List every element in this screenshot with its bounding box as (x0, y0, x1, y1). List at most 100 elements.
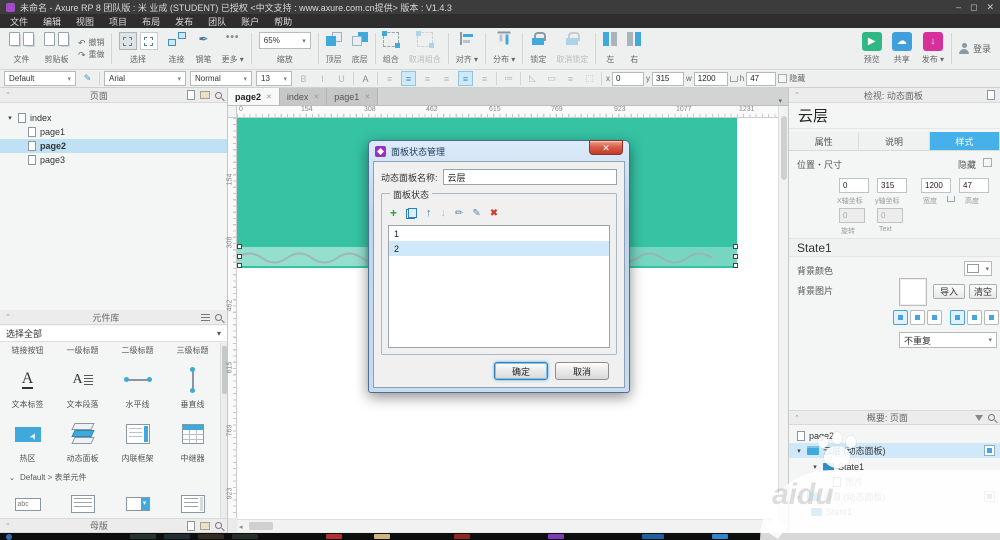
ungroup-button[interactable]: 取消组合 (404, 30, 446, 67)
font-family-select[interactable]: Arial (104, 71, 186, 86)
menu-view[interactable]: 视图 (76, 15, 94, 28)
zoom-select[interactable]: 65% (258, 32, 311, 49)
align-button[interactable]: 对齐 ▾ (451, 30, 483, 67)
windows-taskbar[interactable] (0, 533, 1000, 540)
bold-button[interactable]: B (296, 71, 311, 86)
text-rotate-input[interactable]: 0 (877, 208, 903, 223)
close-icon[interactable]: ✕ (986, 2, 994, 13)
maximize-icon[interactable]: ◻ (970, 2, 977, 13)
underline-button[interactable]: U (334, 71, 349, 86)
search-widgets-icon[interactable] (215, 313, 222, 321)
line-style-button[interactable]: ⬚ (582, 71, 597, 86)
canvas-horizontal-scrollbar[interactable]: ◂ (237, 519, 778, 532)
outline-item-page2[interactable]: page2 (789, 428, 1000, 443)
selection-handle[interactable] (237, 263, 242, 268)
align-image-center-toggle[interactable] (910, 310, 925, 325)
share-button[interactable]: ☁ 共享 (887, 30, 917, 67)
align-text-right-button[interactable]: ≡ (420, 71, 435, 86)
expand-icon[interactable]: ▾ (795, 447, 803, 455)
outline-item-image[interactable]: 图片 (789, 474, 1000, 489)
taskbar-item[interactable] (198, 534, 224, 539)
align-text-center-button[interactable]: ≡ (401, 71, 416, 86)
menu-file[interactable]: 文件 (10, 15, 28, 28)
state-list-item[interactable]: 1 (389, 226, 609, 241)
edit-state-icon[interactable]: ✎ (472, 208, 480, 219)
selection-handle[interactable] (237, 244, 242, 249)
widget-name-field[interactable]: 云层 (789, 103, 1000, 129)
import-image-button[interactable]: 导入 (933, 284, 965, 299)
menu-team[interactable]: 团队 (208, 15, 226, 28)
close-tab-icon[interactable]: ✕ (364, 93, 370, 101)
widget-vline[interactable]: 垂直线 (165, 360, 220, 410)
start-orb-icon[interactable] (6, 533, 12, 540)
panel-name-input[interactable]: 云层 (442, 169, 617, 185)
outline-item-state1[interactable]: ▾ State1 (789, 459, 1000, 474)
add-master-folder-icon[interactable] (200, 521, 210, 530)
taskbar-item[interactable] (232, 534, 258, 539)
italic-button[interactable]: I (315, 71, 330, 86)
tab-notes[interactable]: 说明 (859, 132, 930, 150)
add-state-icon[interactable]: + (390, 206, 397, 220)
page-tree-item-page1[interactable]: page1 (0, 125, 227, 139)
lock-button[interactable]: 锁定 (525, 30, 551, 67)
widget-style-select[interactable]: Default (4, 71, 76, 86)
widget-hotspot[interactable]: 热区 (0, 414, 55, 464)
tab-index[interactable]: index ✕ (279, 88, 328, 105)
search-outline-icon[interactable] (988, 414, 995, 421)
align-image-middle-toggle[interactable] (967, 310, 982, 325)
tab-style[interactable]: 样式 (929, 132, 1000, 150)
fill-color-button[interactable]: ◺ (525, 71, 540, 86)
expand-icon[interactable]: ▾ (811, 463, 819, 471)
widget-label[interactable]: A 文本标签 (0, 360, 55, 410)
taskbar-item[interactable] (326, 534, 342, 539)
publish-button[interactable]: ↓ 发布 ▾ (917, 30, 949, 67)
close-tab-icon[interactable]: ✕ (313, 93, 319, 101)
move-state-down-icon[interactable]: ↓ (441, 207, 447, 219)
selection-handle[interactable] (237, 254, 242, 259)
bring-to-front[interactable]: 顶层 (321, 30, 347, 67)
align-image-left-toggle[interactable] (893, 310, 908, 325)
form-widgets-section[interactable]: ⌄ Default > 表单元件 (8, 472, 86, 483)
tab-properties[interactable]: 属性 (789, 132, 860, 150)
taskbar-item[interactable] (712, 534, 728, 539)
align-image-right-toggle[interactable] (927, 310, 942, 325)
connect-tool[interactable]: 连接 (163, 30, 191, 67)
y-coord-input[interactable]: 315 (652, 71, 684, 86)
minimize-icon[interactable]: – (956, 2, 961, 12)
taskbar-item[interactable] (130, 534, 156, 539)
align-left-edge-button[interactable]: 左 (598, 30, 622, 67)
undo-button[interactable]: ↶ 撤销 (78, 37, 105, 48)
select-contain-button[interactable] (139, 32, 158, 50)
menu-edit[interactable]: 编辑 (43, 15, 61, 28)
line-width-button[interactable]: ≡ (563, 71, 578, 86)
taskbar-item[interactable] (548, 534, 564, 539)
align-image-bottom-toggle[interactable] (984, 310, 999, 325)
preview-button[interactable]: ▶ 预览 (857, 30, 887, 67)
collapse-panel-icon[interactable]: ⌃ (5, 522, 11, 530)
line-color-button[interactable]: ▭ (544, 71, 559, 86)
state-list-item-selected[interactable]: 2 (389, 241, 609, 256)
expand-icon[interactable]: ▾ (6, 114, 14, 122)
y-input[interactable]: 315 (877, 178, 907, 193)
taskbar-item[interactable] (454, 534, 470, 539)
widget-filter-select[interactable]: 选择全部 (0, 326, 227, 342)
add-folder-icon[interactable] (200, 91, 210, 99)
paste-icon[interactable] (44, 32, 55, 46)
bg-image-preview[interactable] (899, 278, 927, 306)
valign-top-button[interactable]: ≡ (439, 71, 454, 86)
outline-item-wave-panel[interactable]: ▸ 海浪 (动态面板) (789, 489, 1000, 504)
text-color-button[interactable]: A (358, 71, 373, 86)
login-button[interactable]: 登录 (954, 30, 996, 67)
widget-repeater[interactable]: 中继器 (165, 414, 220, 464)
taskbar-item[interactable] (164, 534, 190, 539)
send-to-back[interactable]: 底层 (347, 30, 373, 67)
add-page-icon[interactable] (187, 90, 195, 100)
new-file-icon[interactable] (9, 32, 20, 46)
filter-icon[interactable] (975, 414, 983, 421)
x-coord-input[interactable]: 0 (612, 71, 644, 86)
clipboard-tools[interactable]: 剪贴板 (39, 30, 74, 67)
outline-item-cloud-panel[interactable]: ▾ 云层 (动态面板) (789, 443, 1000, 458)
align-text-left-button[interactable]: ≡ (382, 71, 397, 86)
tab-page1[interactable]: page1 ✕ (327, 88, 379, 105)
taskbar-item[interactable] (374, 534, 390, 539)
